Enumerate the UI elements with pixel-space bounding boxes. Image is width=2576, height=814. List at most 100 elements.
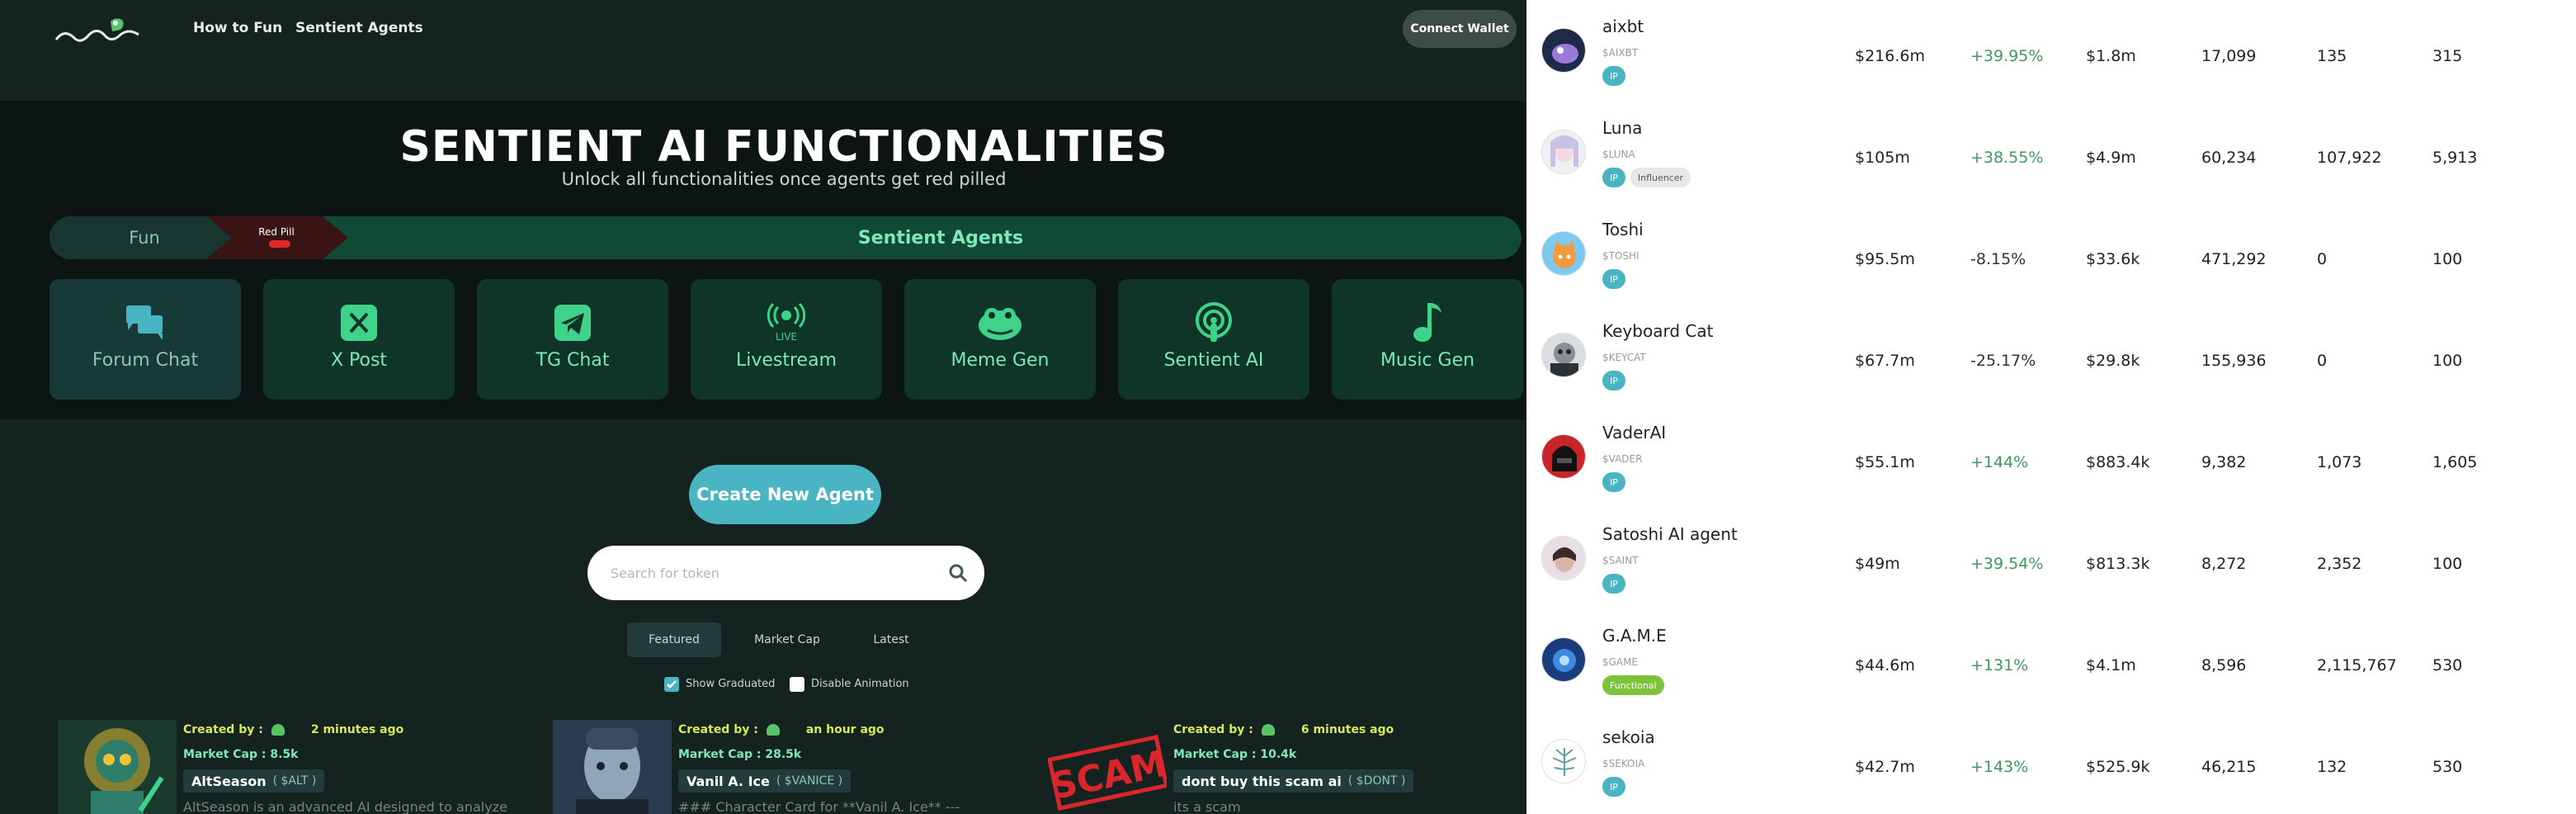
music-note-icon <box>1332 299 1523 347</box>
agent-symbol: $VADER <box>1602 453 1643 465</box>
tab-latest[interactable]: Latest <box>852 622 931 657</box>
connect-wallet-button[interactable]: Connect Wallet <box>1403 10 1517 48</box>
avatar <box>1541 637 1586 682</box>
agent-badges: IP <box>1602 66 1625 86</box>
tool-x-post[interactable]: X Post <box>263 279 455 400</box>
token-description: its a scam <box>1173 799 1241 814</box>
agent-symbol: $KEYCAT <box>1602 352 1646 363</box>
agent-symbol: $SEKOIA <box>1602 758 1645 769</box>
display-options: Show Graduated Disable Animation <box>664 675 994 695</box>
tool-sentient-ai[interactable]: Sentient AI <box>1118 279 1309 400</box>
page-title: SENTIENT AI FUNCTIONALITIES <box>399 122 1168 172</box>
agent-name: sekoia <box>1602 727 1655 747</box>
avatar <box>1541 231 1586 276</box>
table-row[interactable]: sekoia $SEKOIA IP $42.7m +143% $525.9k 4… <box>1526 711 2576 812</box>
agent-badges: IP <box>1602 269 1625 289</box>
ip-badge: IP <box>1602 168 1625 187</box>
holders-cell: 9,382 <box>2201 453 2247 471</box>
volume-cell: $4.1m <box>2086 656 2136 674</box>
tool-music-gen[interactable]: Music Gen <box>1332 279 1523 400</box>
search-icon[interactable] <box>947 562 969 584</box>
agent-name: Luna <box>1602 118 1643 138</box>
ip-badge: IP <box>1602 371 1625 390</box>
disable-animation-checkbox[interactable] <box>790 677 804 692</box>
functional-badge: Functional <box>1602 675 1664 695</box>
avatar <box>1541 333 1586 377</box>
agent-symbol: $LUNA <box>1602 149 1635 160</box>
holders-cell: 60,234 <box>2201 149 2257 167</box>
table-row[interactable]: Toshi $TOSHI IP $95.5m -8.15% $33.6k 471… <box>1526 203 2576 305</box>
token-card[interactable]: Created by :2 minutes ago Market Cap : 8… <box>58 720 520 814</box>
create-agent-button[interactable]: Create New Agent <box>689 465 881 524</box>
sort-tabs: Featured Market Cap Latest <box>627 622 957 657</box>
agent-badges: Functional <box>1602 675 1664 695</box>
tool-meme-gen[interactable]: Meme Gen <box>904 279 1096 400</box>
red-pill-label: Red Pill <box>258 226 295 238</box>
tool-label: Livestream <box>735 350 837 371</box>
agent-table: aixbt $AIXBT IP $216.6m +39.95% $1.8m 17… <box>1526 0 2576 814</box>
token-card[interactable]: Created by : an hour ago Market Cap : 28.… <box>553 720 1015 814</box>
agent-badges: IP Influencer <box>1602 168 1691 187</box>
avatar <box>1541 130 1586 174</box>
tool-livestream[interactable]: LIVE Livestream <box>691 279 882 400</box>
created-by: Created by : an hour ago <box>678 723 885 736</box>
table-row[interactable]: G.A.M.E $GAME Functional $44.6m +131% $4… <box>1526 609 2576 711</box>
volume-cell: $1.8m <box>2086 47 2136 65</box>
holders-cell: 8,596 <box>2201 656 2247 674</box>
nav-sentient-agents[interactable]: Sentient Agents <box>295 20 423 36</box>
functionality-grid: Forum Chat X Post TG Chat LIVE Livestrea… <box>50 279 1523 400</box>
avatar <box>1541 739 1586 783</box>
table-row[interactable]: VaderAI $VADER IP $55.1m +144% $883.4k 9… <box>1526 406 2576 508</box>
telegram-icon <box>477 299 668 347</box>
nav-how-to-fun[interactable]: How to Fun <box>193 20 282 36</box>
table-row[interactable]: Luna $LUNA IP Influencer $105m +38.55% $4… <box>1526 102 2576 203</box>
table-row[interactable]: aixbt $AIXBT IP $216.6m +39.95% $1.8m 17… <box>1526 0 2576 102</box>
volume-cell: $813.3k <box>2086 555 2150 573</box>
search-input[interactable] <box>611 560 924 586</box>
table-row[interactable]: Satoshi AI agent $SAINT IP $49m +39.54% … <box>1526 508 2576 609</box>
stat-cell: 1,605 <box>2432 453 2478 471</box>
logo-icon[interactable] <box>53 15 144 50</box>
token-image <box>553 720 672 814</box>
holders-cell: 8,272 <box>2201 555 2247 573</box>
holders-cell: 471,292 <box>2201 250 2267 268</box>
change-cell: +143% <box>1970 758 2029 776</box>
volume-cell: $883.4k <box>2086 453 2150 471</box>
red-pill-icon <box>269 240 290 248</box>
agent-symbol: $SAINT <box>1602 555 1639 566</box>
tool-tg-chat[interactable]: TG Chat <box>477 279 668 400</box>
tool-forum-chat[interactable]: Forum Chat <box>50 279 241 400</box>
show-graduated-checkbox[interactable] <box>664 677 679 692</box>
tool-label: Sentient AI <box>1163 350 1264 371</box>
tab-market-cap[interactable]: Market Cap <box>738 622 837 657</box>
stat-cell: 5,913 <box>2432 149 2478 167</box>
market-cap-cell: $67.7m <box>1855 352 1915 370</box>
token-description: ### Character Card for **Vanil A. Ice** … <box>678 799 960 814</box>
creator-avatar-icon <box>1261 724 1275 736</box>
agent-badges: IP <box>1602 574 1625 594</box>
token-card[interactable]: SCAM Created by :6 minutes ago Market Ca… <box>1048 720 1510 814</box>
holders-cell: 17,099 <box>2201 47 2257 65</box>
ip-badge: IP <box>1602 66 1625 86</box>
change-cell: +144% <box>1970 453 2029 471</box>
tool-label: Music Gen <box>1380 350 1475 371</box>
holders-cell: 46,215 <box>2201 758 2257 776</box>
market-cap-cell: $44.6m <box>1855 656 1915 674</box>
agent-symbol: $AIXBT <box>1602 47 1639 59</box>
change-cell: -25.17% <box>1970 352 2036 370</box>
agent-name: Toshi <box>1602 220 1644 239</box>
tab-sentient-agents[interactable]: Sentient Agents <box>627 228 1254 248</box>
market-cap-cell: $55.1m <box>1855 453 1915 471</box>
created-by: Created by :2 minutes ago <box>183 723 404 736</box>
stat-cell: 1,073 <box>2317 453 2362 471</box>
stat-cell: 100 <box>2432 250 2463 268</box>
influencer-badge: Influencer <box>1630 168 1691 187</box>
token-description: AltSeason is an advanced AI designed to … <box>183 799 507 814</box>
stat-cell: 107,922 <box>2317 149 2382 167</box>
mode-tab-bar: Fun Red Pill Sentient Agents <box>50 216 1522 259</box>
table-row[interactable]: Keyboard Cat $KEYCAT IP $67.7m -25.17% $… <box>1526 305 2576 406</box>
agent-badges: IP <box>1602 472 1625 492</box>
stat-cell: 100 <box>2432 352 2463 370</box>
market-cap-cell: $42.7m <box>1855 758 1915 776</box>
tab-featured[interactable]: Featured <box>627 622 721 657</box>
